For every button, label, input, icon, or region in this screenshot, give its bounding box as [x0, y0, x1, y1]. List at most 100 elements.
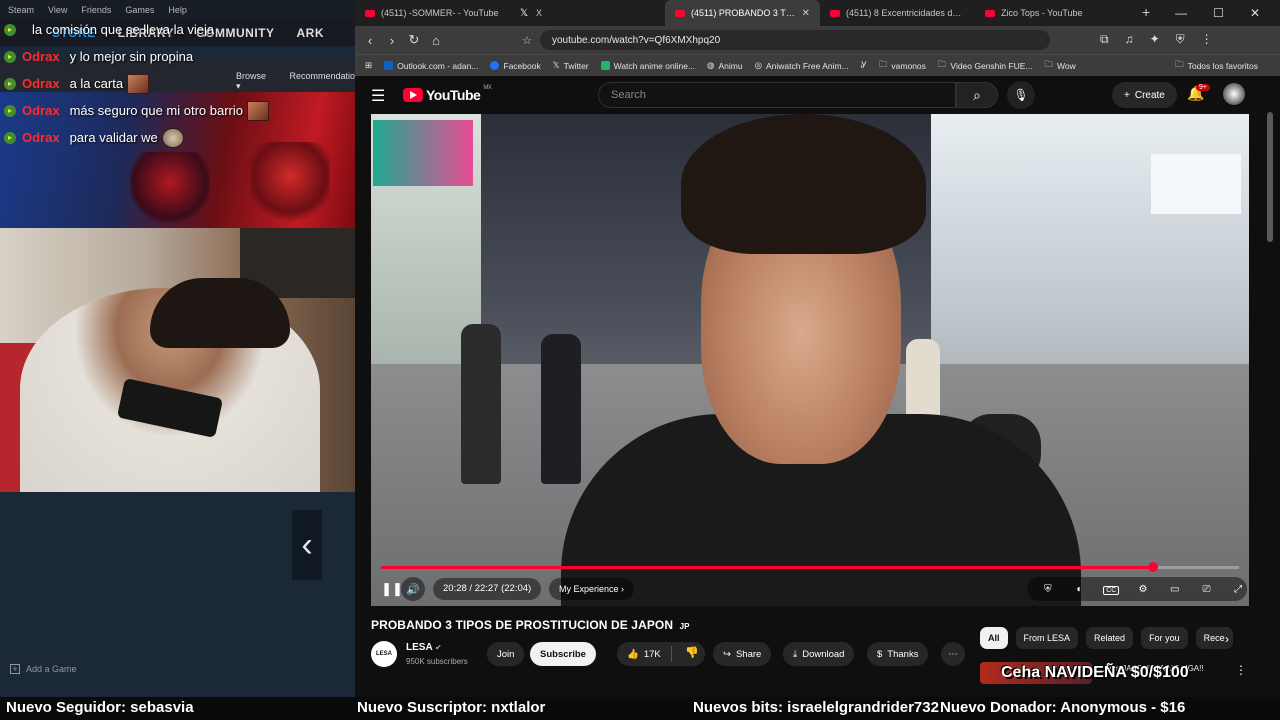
minimize-icon[interactable]: —: [1175, 6, 1187, 20]
bookmark-icon[interactable]: ☆: [522, 34, 532, 47]
related-filter-chips: All From LESA Related For you Rece: [980, 627, 1233, 649]
back-icon[interactable]: ‹: [359, 33, 381, 48]
bookmark-folder[interactable]: 🗀 Video Genshin FUE...: [938, 59, 1033, 73]
menu-dots-icon[interactable]: ⋮: [1201, 32, 1213, 47]
browser-tab[interactable]: Zico Tops - YouTube: [975, 0, 1130, 26]
sparkle-icon[interactable]: ✦: [1150, 32, 1160, 47]
youtube-logo[interactable]: YouTube MX: [403, 85, 492, 103]
volume-icon: 🔊: [406, 583, 420, 596]
music-icon[interactable]: ♫: [1125, 32, 1134, 47]
browser-tab[interactable]: (4511) -SOMMER- - YouTube: [355, 0, 510, 26]
create-label: Create: [1134, 89, 1165, 101]
home-icon[interactable]: ⌂: [425, 33, 447, 48]
shield-icon[interactable]: ⛨: [1039, 584, 1057, 595]
bookmark-item[interactable]: 𝕏 Twitter: [553, 60, 589, 71]
bookmark-item[interactable]: Facebook: [490, 61, 541, 71]
chip-all[interactable]: All: [980, 627, 1008, 649]
avatar[interactable]: [1223, 83, 1245, 105]
toolbar-extensions: ⧉ ♫ ✦ ⛨ ⋮: [1100, 32, 1213, 47]
aniwatch-icon: ◎: [754, 60, 762, 70]
video-player[interactable]: ❚❚ 🔊 20:28 / 22:27 (22:04) My Experience…: [371, 114, 1249, 606]
chevron-right-icon[interactable]: ›: [1225, 632, 1229, 646]
bookmark-item[interactable]: Watch anime online...: [600, 61, 695, 71]
carousel-prev-button[interactable]: ‹: [292, 510, 322, 580]
browser-tab[interactable]: 𝕏 X: [510, 0, 665, 26]
bookmark-item[interactable]: Outlook.com - adan...: [384, 61, 478, 71]
pause-button[interactable]: ❚❚: [381, 576, 403, 602]
download-label: Download: [802, 648, 845, 660]
youtube-icon: [365, 9, 375, 17]
browser-window: (4511) -SOMMER- - YouTube 𝕏 X (4511) PRO…: [355, 0, 1280, 720]
download-button[interactable]: ⤓ Download: [783, 642, 855, 666]
extension-icon[interactable]: ⧉: [1100, 32, 1109, 47]
browser-tab-active[interactable]: (4511) PROBANDO 3 TIPOS DE ✕: [665, 0, 820, 26]
tab-title: Zico Tops - YouTube: [1001, 8, 1083, 18]
bookmark-folder[interactable]: 🗀 Wow: [1044, 59, 1075, 73]
hamburger-icon[interactable]: ☰: [371, 86, 385, 106]
share-button[interactable]: ↪ Share: [713, 642, 772, 666]
new-tab-button[interactable]: +: [1142, 4, 1150, 20]
channel-avatar[interactable]: LESA: [371, 641, 397, 667]
search-button[interactable]: ⌕: [956, 82, 998, 108]
thumbs-down-icon[interactable]: 👎: [685, 646, 699, 659]
youtube-icon: [675, 9, 685, 17]
chat-message: ▸ la comisión que se lleva la vieja: [0, 16, 355, 43]
window-controls: — ☐ ✕: [1175, 0, 1280, 26]
chip-from-channel[interactable]: From LESA: [1015, 627, 1079, 649]
autoplay-toggle[interactable]: ◐: [1071, 584, 1089, 595]
steam-menu-friends[interactable]: Friends: [81, 5, 111, 15]
browser-toolbar: ‹ › ↻ ⌂ ☆ youtube.com/watch?v=Qf6XMXhpq2…: [355, 26, 1280, 54]
chip-related[interactable]: Related: [1086, 627, 1134, 649]
add-game-button[interactable]: + Add a Game: [10, 664, 77, 674]
settings-icon[interactable]: ⚙: [1134, 584, 1152, 595]
cast-icon[interactable]: ⎚: [1198, 584, 1216, 595]
search-input[interactable]: Search: [598, 82, 956, 108]
steam-menu-help[interactable]: Help: [168, 5, 187, 15]
stream-chat: ▸ la comisión que se lleva la vieja ▸ Od…: [0, 16, 355, 151]
steam-menu-games[interactable]: Games: [125, 5, 154, 15]
chat-username: Odrax: [22, 49, 60, 64]
bookmark-item[interactable]: Ꮍ: [861, 60, 867, 71]
miniplayer-icon[interactable]: ▭: [1166, 584, 1184, 595]
more-vert-icon[interactable]: ⋮: [1235, 663, 1247, 677]
browser-tab[interactable]: (4511) 8 Excentricidades de Seto K: [820, 0, 975, 26]
url-text: youtube.com/watch?v=Qf6XMXhpq20: [552, 34, 721, 46]
bookmarks-bar: ⊞ Outlook.com - adan... Facebook 𝕏 Twitte…: [355, 54, 1280, 76]
maximize-icon[interactable]: ☐: [1213, 6, 1224, 20]
chip-for-you[interactable]: For you: [1141, 627, 1188, 649]
badge-icon: ▸: [4, 104, 16, 117]
chat-username: Odrax: [22, 103, 60, 118]
banner-art: [250, 142, 330, 228]
more-actions-button[interactable]: ⋯: [941, 642, 965, 666]
scrollbar[interactable]: [1267, 112, 1273, 242]
reload-icon[interactable]: ↻: [403, 32, 425, 48]
subscribe-button[interactable]: Subscribe: [530, 642, 596, 666]
steam-menu-steam[interactable]: Steam: [8, 5, 34, 15]
verified-icon: ✔: [435, 643, 442, 652]
address-bar[interactable]: ☆ youtube.com/watch?v=Qf6XMXhpq20: [522, 30, 1050, 50]
thanks-button[interactable]: $ Thanks: [867, 642, 929, 666]
join-button[interactable]: Join: [487, 642, 525, 666]
bookmark-item[interactable]: ◍ Animu: [707, 60, 743, 71]
captions-icon[interactable]: CC: [1102, 584, 1120, 595]
progress-bar[interactable]: [381, 562, 1239, 572]
voice-search-button[interactable]: 🎙: [1007, 81, 1035, 109]
plus-icon: +: [10, 664, 20, 674]
apps-icon[interactable]: ⊞: [365, 60, 372, 71]
volume-button[interactable]: 🔊: [401, 577, 425, 601]
shield-icon[interactable]: ⛨: [1176, 32, 1185, 47]
close-icon[interactable]: ✕: [802, 8, 810, 19]
all-bookmarks[interactable]: 🗀 Todos los favoritos: [1175, 59, 1258, 73]
bookmark-folder[interactable]: 🗀 vamonos: [879, 59, 926, 73]
close-window-icon[interactable]: ✕: [1250, 6, 1260, 20]
channel-name[interactable]: LESA: [406, 642, 433, 653]
region-code: MX: [483, 85, 492, 91]
bookmark-item[interactable]: ◎ Aniwatch Free Anim...: [755, 60, 849, 71]
chat-username: Odrax: [22, 130, 60, 145]
chapter-button[interactable]: My Experience ›: [549, 578, 635, 600]
create-button[interactable]: + Create: [1112, 82, 1177, 108]
folder-icon: 🗀: [1175, 59, 1184, 69]
fullscreen-icon[interactable]: ⤢: [1229, 584, 1247, 595]
forward-icon[interactable]: ›: [381, 33, 403, 48]
steam-menu-view[interactable]: View: [48, 5, 67, 15]
